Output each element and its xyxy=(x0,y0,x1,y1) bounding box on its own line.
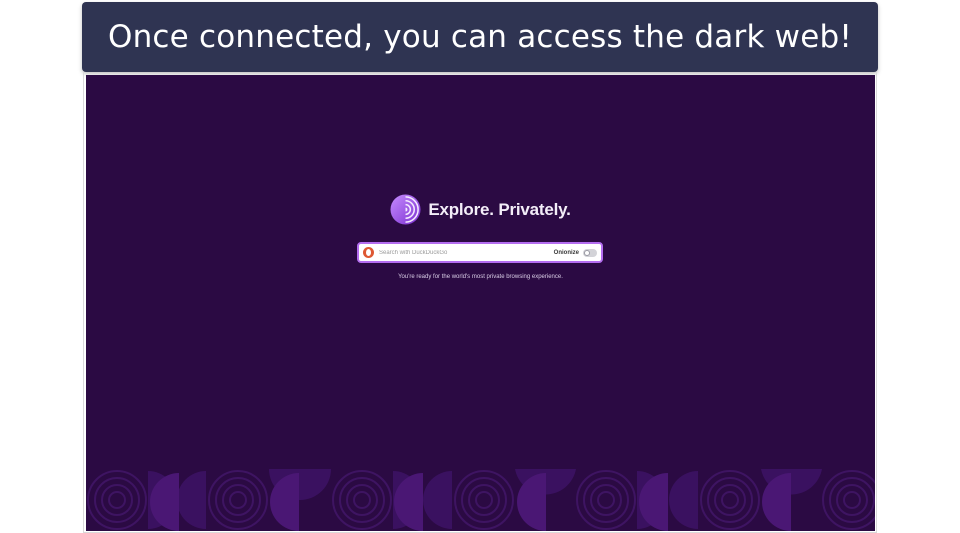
onionize-label: Onionize xyxy=(553,249,579,256)
hero-title: Explore. Privately. xyxy=(428,199,571,219)
onionize-toggle[interactable] xyxy=(583,248,597,257)
caption-banner: Once connected, you can access the dark … xyxy=(82,2,878,72)
tor-onion-logo-icon xyxy=(390,194,421,225)
browser-new-tab-page: Explore. Privately. Onionize You're read… xyxy=(86,75,875,531)
decorative-pattern xyxy=(87,469,875,531)
duckduckgo-icon xyxy=(363,247,374,258)
search-input[interactable] xyxy=(379,245,554,260)
search-bar[interactable]: Onionize xyxy=(357,242,603,263)
caption-text: Once connected, you can access the dark … xyxy=(107,19,852,55)
hero: Explore. Privately. xyxy=(86,194,875,225)
tagline: You're ready for the world's most privat… xyxy=(398,274,563,280)
